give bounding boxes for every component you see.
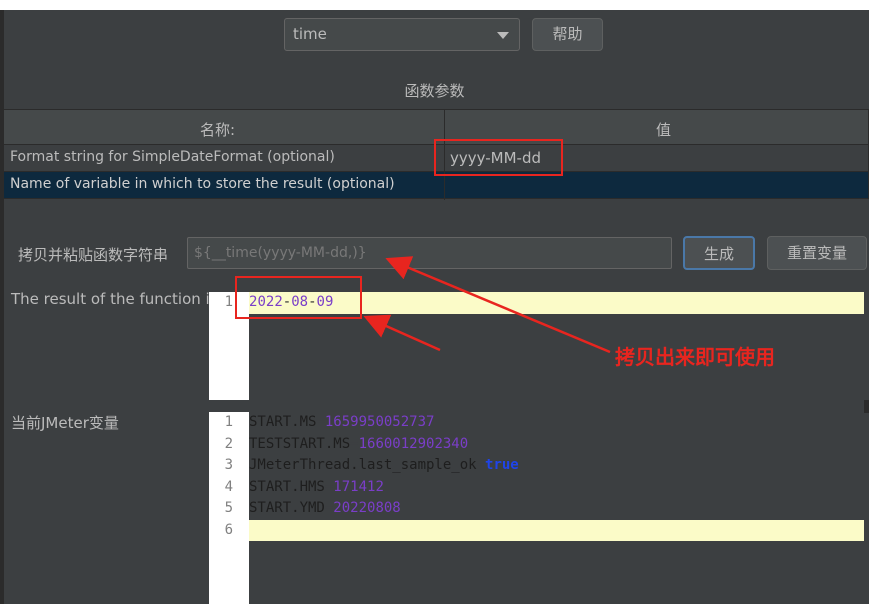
annotation-arrows — [363, 256, 611, 354]
arrow-to-function-string — [385, 256, 611, 354]
arrow-to-result — [363, 314, 441, 352]
annotation-text: 拷贝出来即可使用 — [615, 345, 775, 369]
